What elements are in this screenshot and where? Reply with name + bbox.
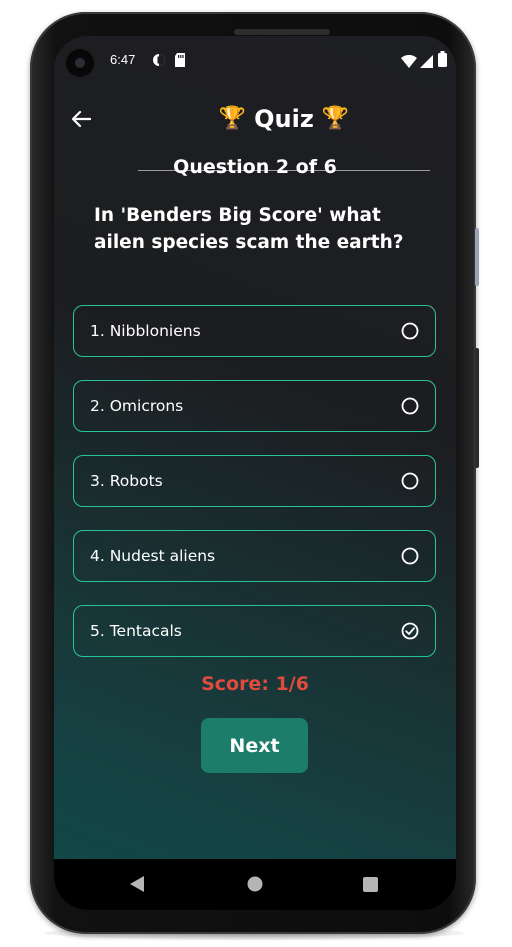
score-text: Score: 1/6	[201, 673, 309, 695]
arrow-left-icon	[71, 110, 91, 128]
radio-unchecked-icon[interactable]	[401, 472, 419, 490]
battery-icon	[438, 51, 447, 71]
answer-option-5[interactable]: 5. Tentacals	[73, 605, 436, 657]
answer-label: 4. Nudest aliens	[90, 547, 216, 565]
signal-icon	[420, 53, 433, 72]
status-bar: 6:47	[54, 36, 456, 86]
answer-option-1[interactable]: 1. Nibbloniens	[73, 305, 436, 357]
radio-unchecked-icon[interactable]	[401, 322, 419, 340]
data-saver-icon	[152, 52, 166, 71]
question-text: In 'Benders Big Score' what ailen specie…	[94, 205, 404, 253]
answer-options: 1. Nibbloniens 2. Omicrons 3. Robots 4. …	[73, 305, 436, 680]
front-camera	[66, 49, 94, 77]
back-triangle-icon[interactable]	[130, 876, 145, 896]
wifi-icon	[401, 53, 417, 72]
volume-button	[475, 348, 479, 468]
back-button[interactable]	[66, 104, 96, 134]
status-time: 6:47	[110, 52, 136, 67]
question-progress: Question 2 of 6	[173, 156, 337, 178]
radio-unchecked-icon[interactable]	[401, 397, 419, 415]
answer-label: 2. Omicrons	[90, 397, 184, 415]
earpiece-speaker	[234, 29, 330, 35]
power-button	[475, 228, 479, 286]
answer-label: 1. Nibbloniens	[90, 322, 201, 340]
page-title-text: Quiz	[254, 105, 314, 133]
next-button[interactable]: Next	[201, 718, 308, 773]
answer-label: 5. Tentacals	[90, 622, 182, 640]
app-screen: 6:47 🏆 Quiz 🏆 Question 2 of 6 In 'Bender…	[54, 36, 456, 910]
radio-checked-icon[interactable]	[401, 622, 419, 640]
page-title: 🏆 Quiz 🏆	[138, 94, 430, 144]
home-circle-icon[interactable]	[247, 876, 263, 896]
radio-unchecked-icon[interactable]	[401, 547, 419, 565]
answer-label: 3. Robots	[90, 472, 163, 490]
trophy-icon: 🏆	[321, 106, 350, 131]
answer-option-2[interactable]: 2. Omicrons	[73, 380, 436, 432]
answer-option-3[interactable]: 3. Robots	[73, 455, 436, 507]
trophy-icon: 🏆	[218, 106, 247, 131]
recents-square-icon[interactable]	[363, 877, 378, 896]
system-nav-bar	[54, 859, 456, 910]
sd-card-icon	[174, 52, 186, 71]
answer-option-4[interactable]: 4. Nudest aliens	[73, 530, 436, 582]
